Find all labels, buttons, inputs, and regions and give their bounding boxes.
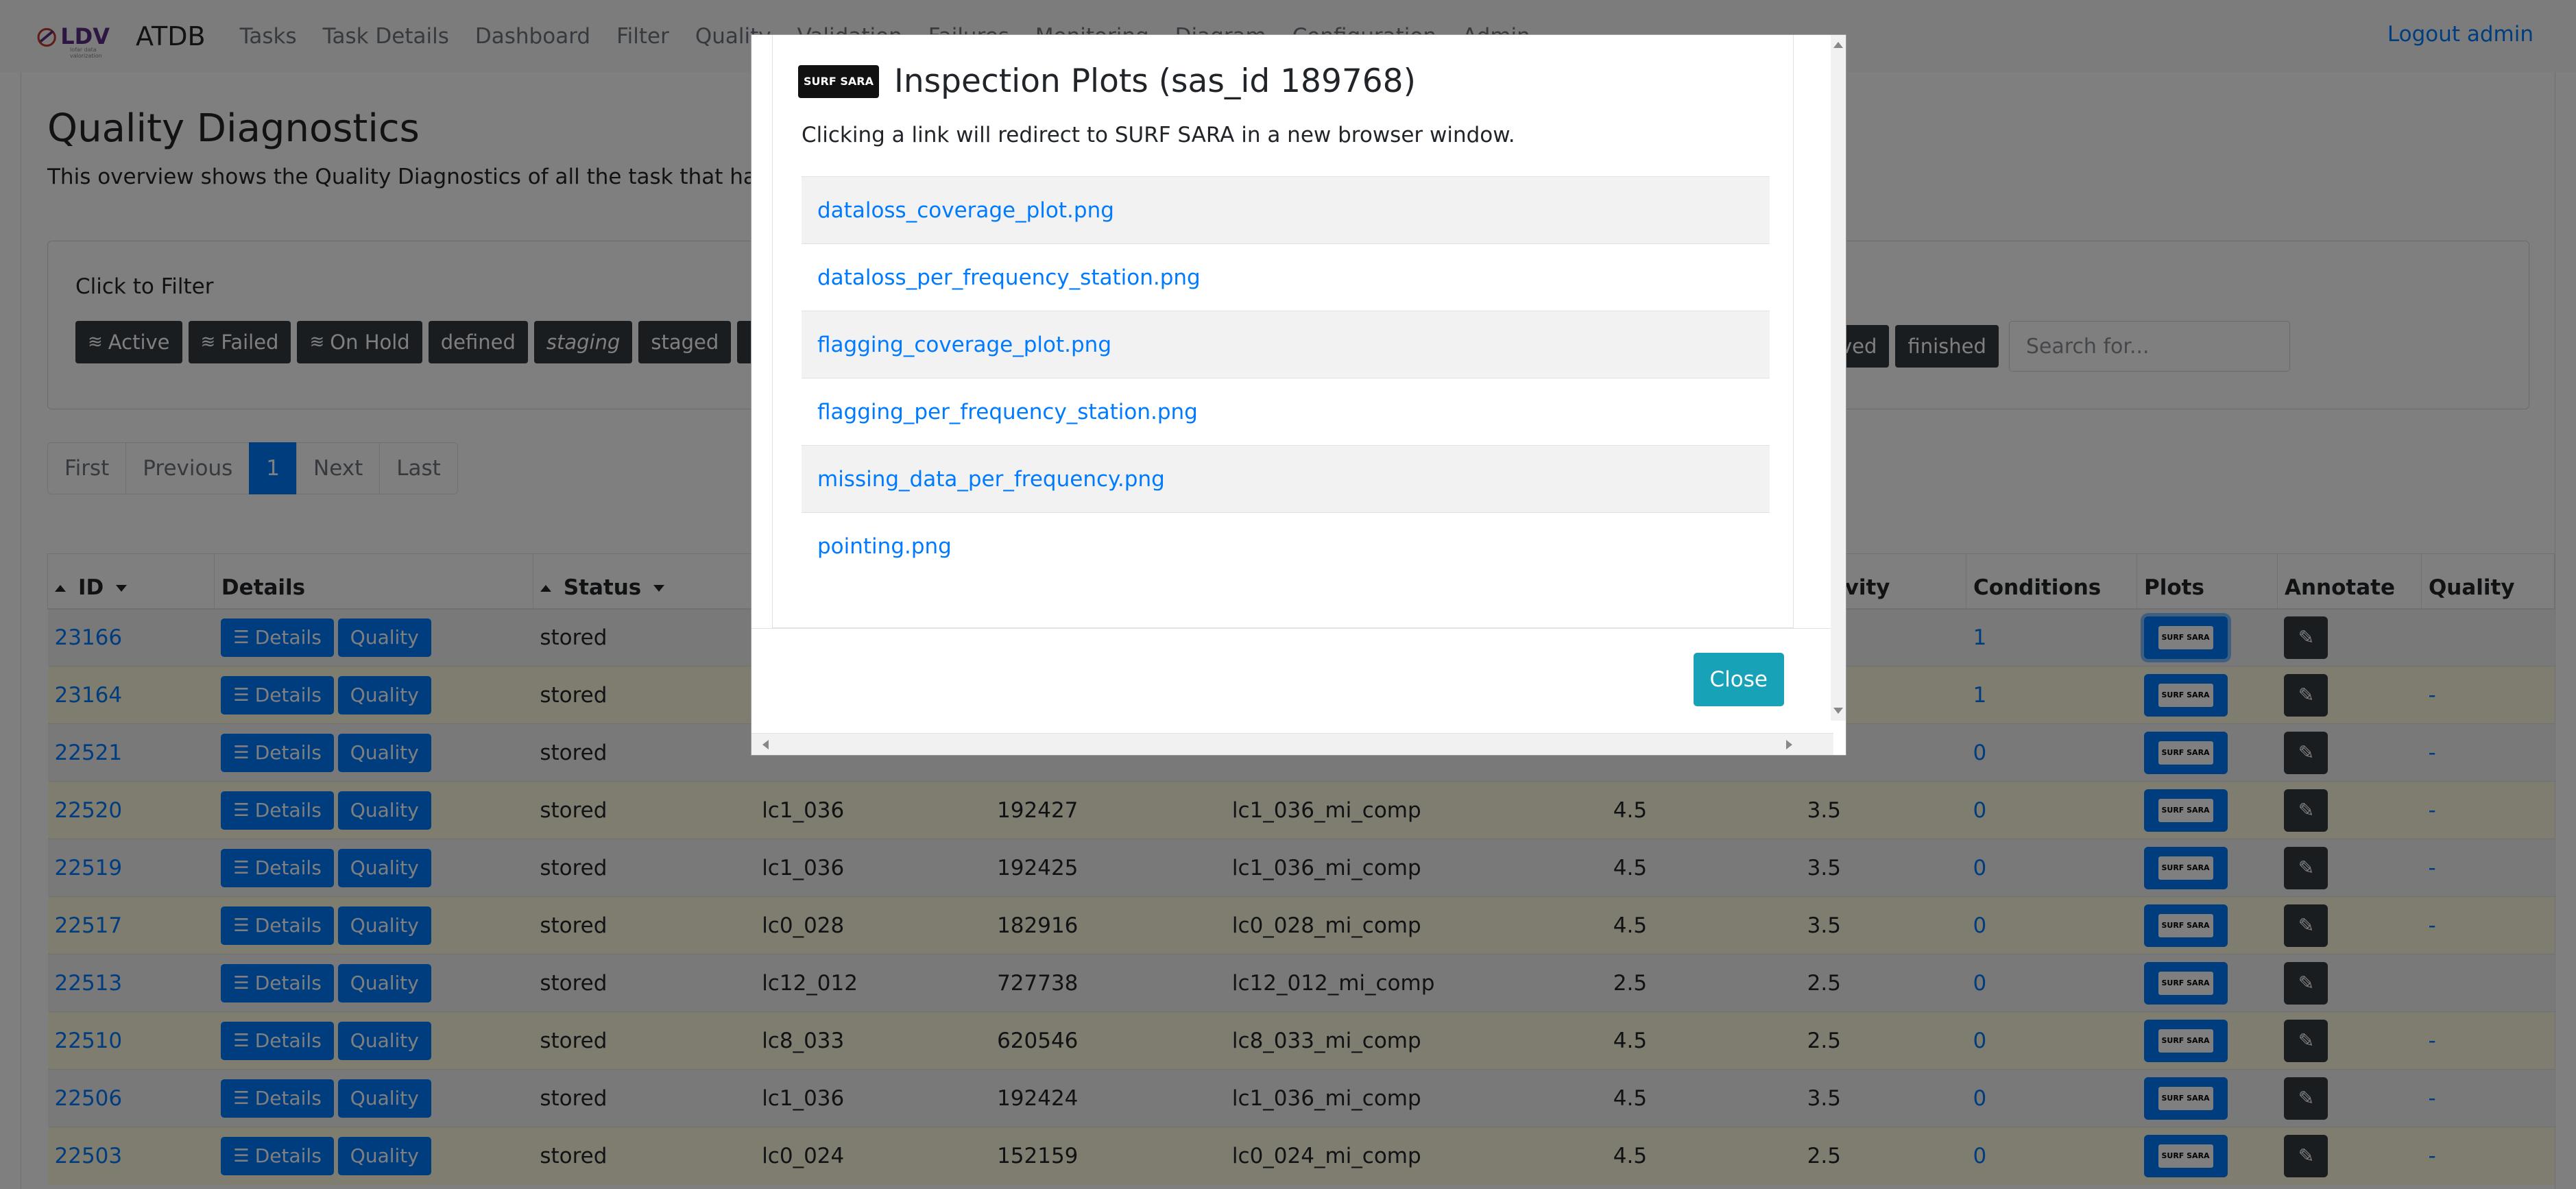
vertical-scrollbar[interactable] <box>1831 35 1846 721</box>
modal-title: Inspection Plots (sas_id 189768) <box>894 62 1416 100</box>
plot-link[interactable]: flagging_per_frequency_station.png <box>802 378 1770 445</box>
modal-subtitle: Clicking a link will redirect to SURF SA… <box>802 123 1515 147</box>
plot-link[interactable]: pointing.png <box>802 512 1770 579</box>
scroll-right-icon[interactable] <box>1786 740 1792 749</box>
plot-link[interactable]: dataloss_per_frequency_station.png <box>802 243 1770 311</box>
scroll-down-icon[interactable] <box>1833 708 1843 714</box>
plot-link[interactable]: flagging_coverage_plot.png <box>802 311 1770 378</box>
modal-footer: Close <box>751 628 1833 721</box>
scroll-up-icon[interactable] <box>1833 42 1843 48</box>
plot-link-list: dataloss_coverage_plot.png dataloss_per_… <box>802 176 1770 579</box>
inspection-plots-modal: SURF SARA Inspection Plots (sas_id 18976… <box>751 34 1846 756</box>
close-button[interactable]: Close <box>1693 653 1784 706</box>
scroll-left-icon[interactable] <box>762 740 769 749</box>
plot-link[interactable]: missing_data_per_frequency.png <box>802 445 1770 512</box>
horizontal-scrollbar[interactable] <box>751 733 1833 755</box>
modal-title-area: SURF SARA Inspection Plots (sas_id 18976… <box>798 62 1416 100</box>
surf-sara-logo: SURF SARA <box>798 64 879 98</box>
plot-link[interactable]: dataloss_coverage_plot.png <box>802 176 1770 243</box>
